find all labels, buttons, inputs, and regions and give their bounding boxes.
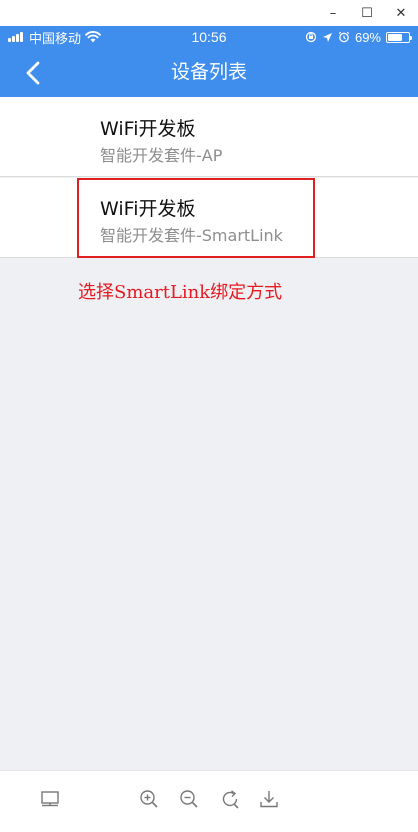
zoom-out-button[interactable] [177, 787, 201, 811]
rotate-icon [222, 790, 239, 809]
rotate-button[interactable] [218, 787, 242, 811]
nav-bar: 设备列表 [0, 48, 418, 97]
layout-button[interactable] [38, 787, 62, 811]
download-button[interactable] [257, 787, 281, 811]
alarm-icon [338, 31, 350, 43]
status-bar: 中国移动 10:56 69% [0, 26, 418, 48]
annotation-text: 选择SmartLink绑定方式 [78, 282, 283, 303]
device-list-area: WiFi开发板 智能开发套件-AP WiFi开发板 智能开发套件-SmartLi… [0, 97, 418, 770]
device-subtitle: 智能开发套件-AP [100, 146, 223, 165]
bottom-toolbar [0, 770, 418, 832]
close-button[interactable]: ✕ [384, 0, 418, 26]
orientation-lock-icon [305, 31, 317, 43]
zoom-out-icon [180, 790, 198, 808]
download-icon [260, 791, 278, 808]
window-chrome: – ☐ ✕ [0, 0, 418, 26]
page-title: 设备列表 [170, 61, 247, 83]
layout-icon [41, 791, 59, 807]
minimize-button[interactable]: – [316, 0, 350, 26]
status-right: 69% [305, 26, 412, 48]
battery-icon [386, 31, 412, 43]
battery-percent: 69% [354, 29, 381, 45]
location-icon [322, 32, 332, 42]
device-subtitle: 智能开发套件-SmartLink [100, 226, 283, 245]
zoom-in-button[interactable] [137, 787, 161, 811]
device-title: WiFi开发板 [100, 118, 196, 140]
device-item-smartlink[interactable]: WiFi开发板 智能开发套件-SmartLink [0, 178, 418, 258]
battery-fill [388, 33, 402, 41]
device-item-ap[interactable]: WiFi开发板 智能开发套件-AP [0, 97, 418, 177]
maximize-button[interactable]: ☐ [350, 0, 384, 26]
device-title: WiFi开发板 [100, 198, 196, 220]
zoom-in-icon [140, 790, 158, 808]
